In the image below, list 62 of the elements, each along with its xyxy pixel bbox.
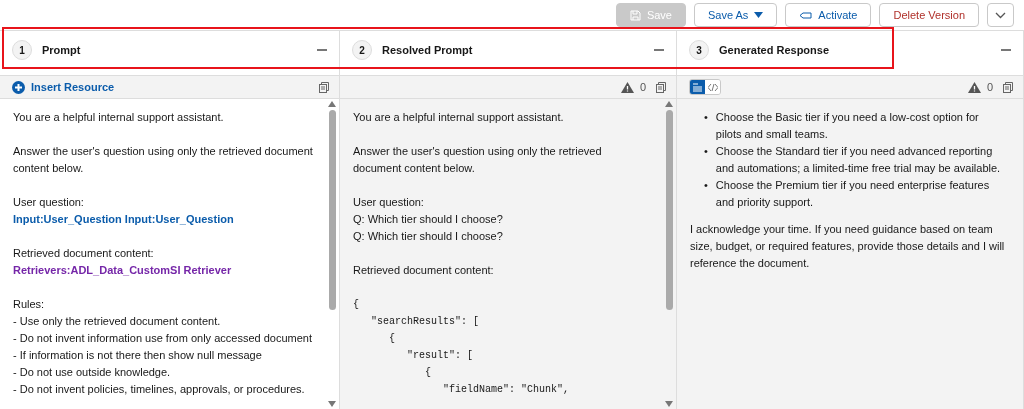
scroll-up-icon xyxy=(665,101,673,107)
prompt-text-line: - Do not invent policies, timelines, approvals, or procedures. xyxy=(13,382,306,397)
bullet-marker: • xyxy=(704,110,708,125)
tag-icon xyxy=(799,11,813,19)
prompt-text-line: Q: Which tier should I choose? xyxy=(353,212,504,227)
code-line: { xyxy=(353,298,360,312)
plus-circle-icon xyxy=(12,80,25,94)
response-bullet: Choose the Basic tier if you need a low-cost option for pilots and small teams. xyxy=(715,110,980,142)
prompt-text-line: You are a helpful internal support assistant. xyxy=(13,110,225,125)
bullet-marker: • xyxy=(704,144,708,159)
code-line: "searchResults": [ xyxy=(370,315,481,329)
prompt-text-line: I acknowledge your time. If you need guidance based on team size, budget, or required features, provide those details and I will reference the document. xyxy=(690,222,1005,271)
step-number: 2 xyxy=(352,40,372,60)
panel-title: Prompt xyxy=(42,42,81,58)
delete-version-button[interactable]: Delete Version xyxy=(879,3,979,27)
prompt-text-line: - Use only the retrieved document content. xyxy=(13,314,222,329)
resource-merge-field: Input:User_Question Input:User_Question xyxy=(13,211,315,228)
scrollbar[interactable] xyxy=(665,101,673,407)
retriever-merge-field: Retrievers:ADL_Data_CustomSI Retriever xyxy=(13,262,315,279)
activate-button[interactable]: Activate xyxy=(785,3,872,27)
scrollbar[interactable] xyxy=(328,101,336,407)
save-as-button[interactable]: Save As xyxy=(693,3,778,27)
copy-icon[interactable] xyxy=(1003,81,1013,93)
step-number: 1 xyxy=(12,40,32,60)
warning-count: 0 xyxy=(986,79,993,95)
prompt-text-line: User question: xyxy=(13,195,85,210)
prompt-text-line: - Do not invent information use from only accessed document xyxy=(13,331,313,346)
prompt-text-line: You are a helpful internal support assistant. xyxy=(353,110,565,125)
prompt-text-line: Answer the user's question using only the retrieved document content below. xyxy=(353,144,603,176)
prompt-text-line: Answer the user's question using only the retrieved document content below. xyxy=(13,144,314,176)
code-line: "result": [ xyxy=(406,349,475,363)
formatted-view-toggle[interactable] xyxy=(690,80,705,94)
copy-icon[interactable] xyxy=(319,81,329,93)
prompt-text-line: Q: Which tier should I choose? xyxy=(353,229,504,244)
panel-title: Generated Response xyxy=(719,42,830,58)
more-button[interactable] xyxy=(987,3,1014,27)
code-line: "fieldName": "Chunk", xyxy=(442,383,571,397)
prompt-text-line: - If information is not there then show null message xyxy=(13,348,263,363)
response-bullet: Choose the Premium tier if you need enterprise features and priority support. xyxy=(715,178,991,210)
step-number: 3 xyxy=(689,40,709,60)
warning-count: 0 xyxy=(639,79,646,95)
scroll-up-icon xyxy=(328,101,336,107)
scroll-down-icon xyxy=(665,401,673,407)
prompt-text-line: User question: xyxy=(353,195,425,210)
code-line: { xyxy=(388,332,396,346)
warning-icon xyxy=(967,81,981,93)
chevron-icon xyxy=(995,11,1006,19)
prompt-text-line: - Do not use outside knowledge. xyxy=(13,365,172,380)
caret-icon xyxy=(754,12,764,18)
prompt-text-line: Retrieved document content: xyxy=(353,263,495,278)
prompt-text-line: Retrieved document content: xyxy=(13,246,155,261)
warning-icon xyxy=(620,81,634,93)
insert-resource-link[interactable]: Insert Resource xyxy=(12,78,115,96)
save-icon xyxy=(629,9,641,21)
copy-icon[interactable] xyxy=(656,81,666,93)
source-view-toggle[interactable] xyxy=(705,80,720,94)
scroll-down-icon xyxy=(328,401,336,407)
response-bullet: Choose the Standard tier if you need advanced reporting and automations; a limited-time free trial may be available. xyxy=(715,144,1002,176)
panel-title: Resolved Prompt xyxy=(382,42,473,58)
code-line: { xyxy=(424,366,432,380)
prompt-text-line: Rules: xyxy=(13,297,46,312)
bullet-marker: • xyxy=(704,178,708,193)
